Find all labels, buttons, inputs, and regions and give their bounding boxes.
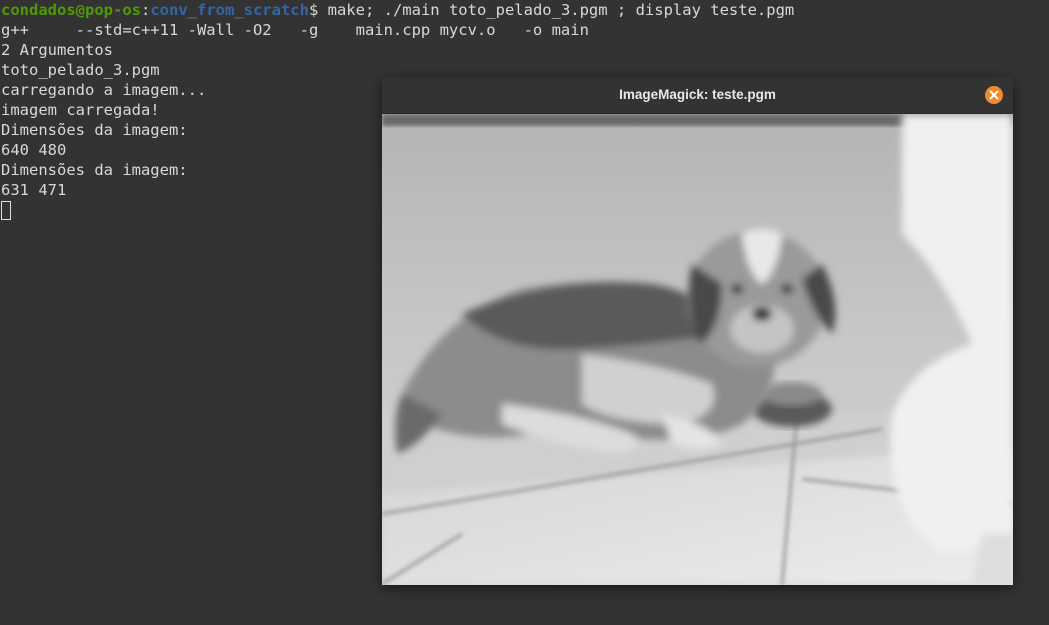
prompt-user-host: condados@pop-os (1, 1, 141, 19)
window-title: ImageMagick: teste.pgm (619, 87, 776, 102)
output-line: 2 Argumentos (1, 41, 113, 59)
imagemagick-window[interactable]: ImageMagick: teste.pgm (382, 77, 1013, 585)
close-icon (989, 90, 999, 100)
prompt-symbol: $ (308, 1, 319, 19)
close-button[interactable] (985, 86, 1003, 104)
window-titlebar[interactable]: ImageMagick: teste.pgm (382, 77, 1013, 114)
terminal-cursor (1, 201, 11, 220)
dog-photo (382, 114, 1013, 585)
prompt-colon: : (140, 1, 151, 19)
command-text: make; ./main toto_pelado_3.pgm ; display… (318, 1, 795, 19)
output-line: g++ --std=c++11 -Wall -O2 -g main.cpp my… (1, 21, 589, 39)
prompt-path: conv_from_scratch (150, 1, 309, 19)
prompt-line: condados@pop-os:conv_from_scratch$ make;… (0, 0, 1049, 20)
